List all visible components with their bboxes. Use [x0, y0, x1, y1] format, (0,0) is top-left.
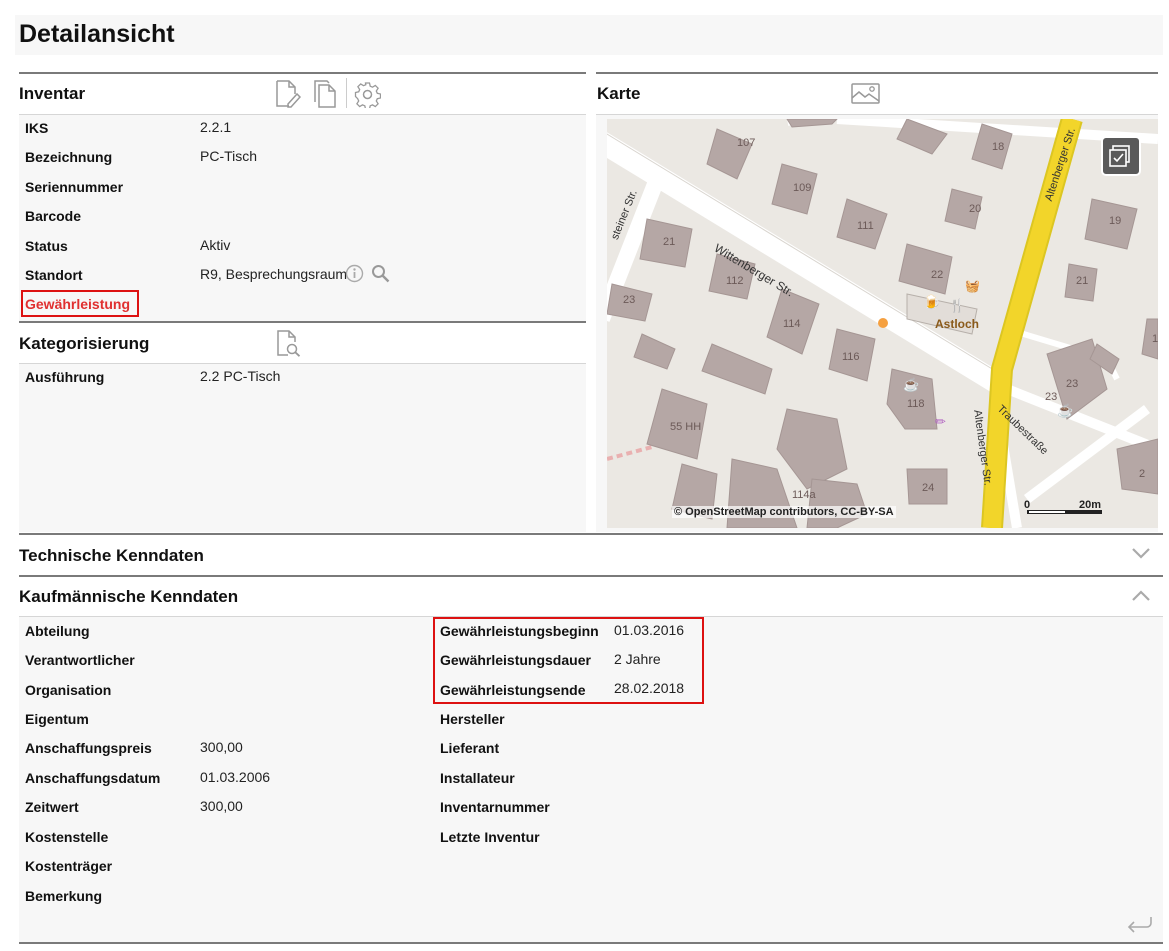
copy-document-icon[interactable]: [313, 80, 337, 108]
map-label-114: 114: [783, 318, 801, 330]
map-label-24: 24: [922, 482, 935, 494]
map-label-2: 2: [1139, 468, 1146, 480]
field-value-gewaehrleistungsbeginn: 01.03.2016: [614, 622, 685, 638]
field-label-abteilung: Abteilung: [25, 623, 90, 639]
map-view[interactable]: 107 18 109 20 111 19 21 22 21 112 23 114…: [607, 119, 1158, 528]
field-value-ausfuehrung: 2.2 PC-Tisch: [200, 368, 281, 384]
map-label-111: 111: [857, 220, 874, 232]
field-label-iks: IKS: [25, 120, 49, 136]
field-label-gewaehrleistungsende: Gewährleistungsende: [440, 682, 586, 698]
map-label-23c: 23: [1045, 391, 1058, 403]
chevron-down-icon[interactable]: [1131, 546, 1151, 560]
kategorisierung-panel: [19, 364, 586, 532]
field-label-gewaehrleistungsbeginn: Gewährleistungsbeginn: [440, 623, 599, 639]
field-value-standort: R9, Besprechungsraum: [200, 266, 348, 282]
field-label-seriennummer: Seriennummer: [25, 179, 124, 195]
field-label-inventarnummer: Inventarnummer: [440, 799, 550, 815]
kaufmaennische-top-rule: [19, 575, 1163, 577]
inventar-heading: Inventar: [19, 84, 86, 103]
map-label-1: 1: [1152, 333, 1158, 345]
edit-document-icon[interactable]: [275, 80, 301, 108]
map-scale-start: 0: [1024, 499, 1031, 511]
field-label-status: Status: [25, 238, 68, 254]
map-label-23b: 23: [1066, 378, 1079, 390]
restaurant-icon: 🍴: [949, 298, 966, 313]
karte-top-rule: [596, 72, 1158, 74]
chevron-up-icon[interactable]: [1131, 589, 1151, 603]
map-label-18: 18: [992, 141, 1005, 153]
icon-divider: [346, 78, 347, 108]
field-label-zeitwert: Zeitwert: [25, 799, 79, 815]
map-label-112: 112: [726, 275, 744, 287]
map-label-22: 22: [931, 269, 944, 281]
field-label-bezeichnung: Bezeichnung: [25, 149, 113, 165]
field-label-anschaffungsdatum: Anschaffungsdatum: [25, 770, 161, 786]
warranty-link[interactable]: Gewährleistung: [25, 296, 130, 312]
field-label-eigentum: Eigentum: [25, 711, 89, 727]
field-label-verantwortlicher: Verantwortlicher: [25, 652, 135, 668]
kategorisierung-top-rule: [19, 321, 586, 323]
field-label-standort: Standort: [25, 267, 83, 283]
inventar-top-rule: [19, 72, 586, 74]
field-value-anschaffungsdatum: 01.03.2006: [200, 769, 271, 785]
field-value-bezeichnung: PC-Tisch: [200, 148, 258, 164]
field-value-iks: 2.2.1: [200, 119, 232, 135]
map-poi-astloch: Astloch: [935, 317, 980, 331]
map-label-21a: 21: [663, 236, 676, 248]
field-label-lieferant: Lieferant: [440, 740, 500, 756]
map-label-20: 20: [969, 203, 982, 215]
map-label-109: 109: [793, 182, 812, 194]
beer-icon: 🍺: [923, 294, 941, 310]
field-label-letzte-inventur: Letzte Inventur: [440, 829, 540, 845]
map-scale-end: 20m: [1079, 499, 1102, 511]
map-label-21b: 21: [1076, 275, 1089, 287]
layers-icon: [1109, 145, 1130, 167]
field-label-barcode: Barcode: [25, 208, 82, 224]
search-document-icon[interactable]: [276, 330, 302, 357]
map-canvas: [607, 119, 1158, 528]
field-label-installateur: Installateur: [440, 770, 515, 786]
settings-gear-icon[interactable]: [354, 81, 381, 108]
field-value-zeitwert: 300,00: [200, 798, 243, 814]
info-icon[interactable]: [345, 264, 364, 283]
map-layer-toggle-button[interactable]: [1101, 136, 1141, 176]
page-bottom-rule: [19, 942, 1163, 944]
shop-basket-icon: 🧺: [965, 279, 980, 293]
field-label-anschaffungspreis: Anschaffungspreis: [25, 740, 152, 756]
map-image-icon[interactable]: [851, 83, 880, 105]
map-label-114a: 114a: [792, 489, 816, 501]
map-label-23a: 23: [623, 294, 636, 306]
shop-icon: ✏: [935, 414, 946, 429]
field-value-gewaehrleistungsende: 28.02.2018: [614, 680, 685, 696]
field-label-bemerkung: Bemerkung: [25, 888, 103, 904]
karte-heading: Karte: [597, 84, 641, 103]
field-label-ausfuehrung: Ausführung: [25, 369, 105, 385]
cafe-icon-2: ☕: [1057, 403, 1074, 418]
field-value-gewaehrleistungsdauer: 2 Jahre: [614, 651, 661, 667]
title-bar: [15, 15, 1163, 55]
field-label-hersteller: Hersteller: [440, 711, 505, 727]
kategorisierung-heading: Kategorisierung: [19, 334, 150, 353]
field-label-gewaehrleistungsdauer: Gewährleistungsdauer: [440, 652, 591, 668]
map-label-118: 118: [907, 398, 925, 410]
field-value-anschaffungspreis: 300,00: [200, 739, 243, 755]
map-label-19: 19: [1109, 215, 1122, 227]
field-value-status: Aktiv: [200, 237, 231, 253]
return-arrow-icon[interactable]: [1125, 914, 1153, 934]
map-label-116: 116: [842, 351, 860, 363]
technische-heading[interactable]: Technische Kenndaten: [19, 546, 204, 566]
field-label-kostenstelle: Kostenstelle: [25, 829, 109, 845]
kaufmaennische-heading[interactable]: Kaufmännische Kenndaten: [19, 587, 238, 607]
map-label-107: 107: [737, 137, 756, 149]
page-title: Detailansicht: [19, 20, 175, 48]
cafe-icon-1: ☕: [903, 377, 920, 392]
map-label-55hh: 55 HH: [670, 421, 702, 433]
field-label-organisation: Organisation: [25, 682, 112, 698]
technische-top-rule: [19, 533, 1163, 535]
search-icon[interactable]: [371, 264, 390, 283]
field-label-kostentraeger: Kostenträger: [25, 858, 113, 874]
map-attribution: © OpenStreetMap contributors, CC-BY-SA: [672, 506, 896, 518]
